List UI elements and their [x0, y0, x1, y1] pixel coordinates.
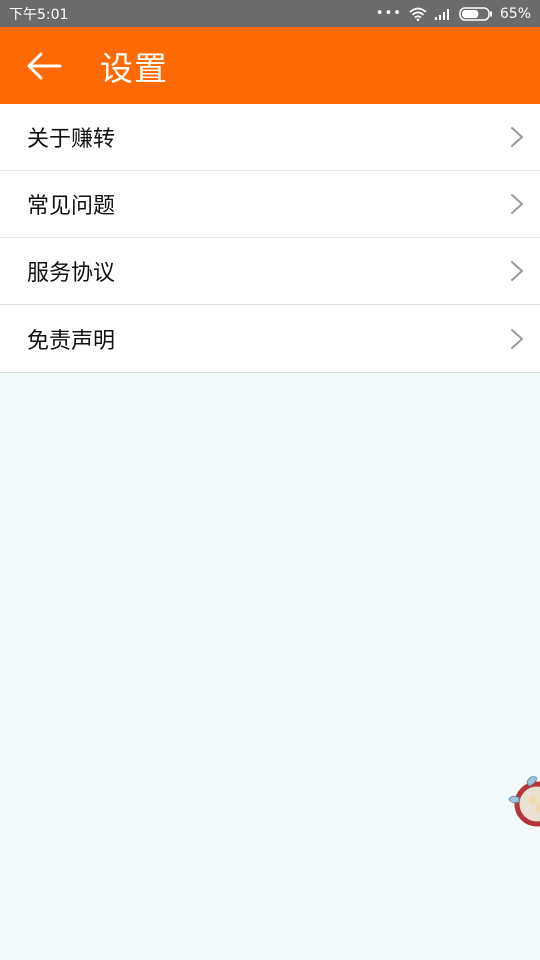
- chevron-right-icon: [511, 127, 523, 147]
- chevron-right-icon: [511, 194, 523, 214]
- menu-item-about[interactable]: 关于赚转: [0, 104, 540, 171]
- chevron-right-icon: [511, 261, 523, 281]
- arrow-left-icon: [27, 52, 62, 79]
- menu-item-service-agreement[interactable]: 服务协议: [0, 238, 540, 305]
- menu-item-label: 常见问题: [27, 194, 116, 219]
- app-bar: 设置: [0, 27, 540, 104]
- mascot-icon: [508, 776, 540, 827]
- battery-percent: 65%: [499, 5, 531, 22]
- status-bar: 下午5:01 ••• 65%: [0, 0, 540, 27]
- back-button[interactable]: [0, 27, 88, 104]
- chevron-right-icon: [511, 328, 523, 349]
- battery-icon: [459, 6, 492, 21]
- more-notifications-icon: •••: [375, 6, 402, 21]
- floating-mascot-button[interactable]: [505, 764, 540, 834]
- menu-item-label: 服务协议: [27, 261, 116, 286]
- menu-item-disclaimer[interactable]: 免责声明: [0, 305, 540, 372]
- menu-item-faq[interactable]: 常见问题: [0, 171, 540, 238]
- menu-item-label: 免责声明: [27, 328, 116, 354]
- wifi-icon: [409, 7, 427, 21]
- signal-icon: [434, 9, 449, 20]
- page-title: 设置: [100, 48, 168, 88]
- status-time: 下午5:01: [9, 6, 69, 23]
- settings-menu: 关于赚转 常见问题 服务协议 免责声明: [0, 104, 540, 373]
- menu-item-label: 关于赚转: [27, 127, 116, 152]
- status-icons: ••• 65%: [376, 6, 531, 22]
